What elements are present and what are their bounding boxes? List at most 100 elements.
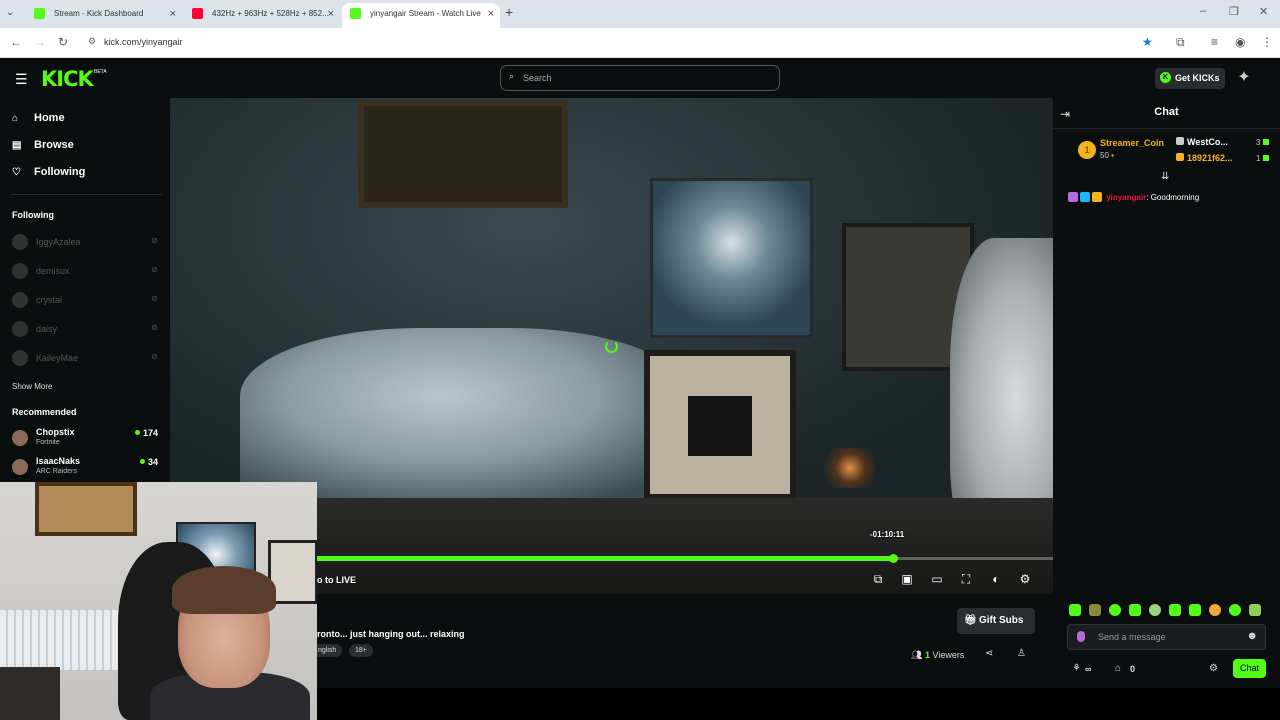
gifter-entry[interactable]: 18921f62... bbox=[1176, 153, 1233, 163]
emoji-picker-icon[interactable]: ☻ bbox=[1246, 630, 1258, 642]
browser-tab-youtube[interactable]: 432Hz + 963Hz + 528Hz + 852... × bbox=[184, 3, 340, 28]
emote-icon[interactable] bbox=[1169, 604, 1181, 616]
following-item[interactable]: crystal ⊘ bbox=[12, 290, 162, 310]
show-more-link[interactable]: Show More bbox=[12, 382, 52, 391]
follow-user-icon[interactable]: ♙ bbox=[1017, 648, 1026, 659]
verified-badge-icon bbox=[1080, 192, 1090, 202]
clip-icon[interactable]: ▣ bbox=[899, 572, 915, 586]
gift-subs-label: Gift Subs bbox=[979, 615, 1024, 626]
back-icon[interactable]: ← bbox=[10, 35, 22, 49]
following-item[interactable]: demisux ⊘ bbox=[12, 261, 162, 281]
new-tab-icon[interactable]: + bbox=[505, 4, 513, 20]
search-input[interactable] bbox=[523, 70, 763, 86]
emote-icon[interactable] bbox=[1089, 604, 1101, 616]
video-frame-detail bbox=[644, 350, 796, 500]
kicks-coin-icon: K bbox=[1160, 72, 1171, 83]
broadcaster-badge-icon bbox=[1068, 192, 1078, 202]
user-avatar[interactable]: ✦ bbox=[1234, 67, 1254, 87]
address-bar: ← → ↻ ⚙ kick.com/yinyangair ★ ⧉ ≡ ◉ ⋮ bbox=[0, 28, 1280, 58]
avatar bbox=[12, 430, 28, 446]
avatar bbox=[12, 321, 28, 337]
window-close-icon[interactable]: ✕ bbox=[1259, 5, 1268, 18]
settings-icon[interactable]: ⚙ bbox=[1017, 572, 1033, 586]
offline-icon: ⊘ bbox=[151, 294, 158, 303]
chat-username[interactable]: yinyangair bbox=[1106, 193, 1146, 202]
nav-browse[interactable]: ▤ Browse bbox=[12, 139, 74, 151]
offline-icon: ⊘ bbox=[151, 236, 158, 245]
recommended-item[interactable]: Chopstix Fortnite 174 bbox=[12, 426, 162, 452]
close-tab-icon[interactable]: × bbox=[170, 3, 176, 25]
browser-tab-active[interactable]: yinyangair Stream - Watch Live × bbox=[342, 3, 500, 28]
following-item[interactable]: daisy ⊘ bbox=[12, 319, 162, 339]
bookmark-star-icon[interactable]: ★ bbox=[1142, 35, 1153, 49]
url-field[interactable]: kick.com/yinyangair bbox=[104, 37, 183, 47]
fullscreen-icon[interactable]: ⛶ bbox=[958, 572, 974, 587]
tab-title: 432Hz + 963Hz + 528Hz + 852... bbox=[212, 9, 329, 18]
media-controls-icon[interactable]: ≡ bbox=[1211, 35, 1218, 49]
menu-icon[interactable]: ☰ bbox=[15, 71, 28, 88]
nav-home[interactable]: ⌂ Home bbox=[12, 112, 65, 124]
home-icon: ⌂ bbox=[12, 113, 19, 124]
chat-message-input[interactable] bbox=[1098, 630, 1238, 644]
miniplayer-icon[interactable]: ⧉ bbox=[870, 572, 886, 587]
emote-icon[interactable] bbox=[1129, 604, 1141, 616]
recommended-item[interactable]: IsaacNaks ARC Raiders 34 bbox=[12, 455, 162, 481]
chat-settings-icon[interactable]: ⚙ bbox=[1209, 663, 1218, 674]
close-tab-icon[interactable]: × bbox=[488, 3, 494, 25]
maximize-icon[interactable]: ❐ bbox=[1229, 5, 1239, 18]
viewers-icon: 👥︎ bbox=[911, 650, 923, 660]
coin-icon: ▪ bbox=[1111, 151, 1114, 160]
gift-count: 1 bbox=[1256, 154, 1270, 163]
store-count: 0 bbox=[1130, 664, 1136, 674]
search-box[interactable]: ⌕ bbox=[500, 65, 780, 91]
share-icon[interactable]: ⋖ bbox=[985, 648, 993, 659]
nav-following[interactable]: ♡ Following bbox=[12, 166, 85, 178]
points-icon[interactable]: ⚘ bbox=[1072, 663, 1081, 674]
seek-handle[interactable] bbox=[888, 554, 898, 563]
tab-title: Stream - Kick Dashboard bbox=[54, 9, 144, 18]
send-chat-button[interactable]: Chat bbox=[1233, 659, 1266, 678]
emote-icon[interactable] bbox=[1109, 604, 1121, 616]
following-item[interactable]: IggyAzalea ⊘ bbox=[12, 232, 162, 252]
minimize-icon[interactable]: – bbox=[1200, 5, 1206, 17]
kick-logo[interactable]: KICK bbox=[41, 67, 94, 91]
video-frame-detail bbox=[820, 448, 880, 488]
close-tab-icon[interactable]: × bbox=[328, 3, 334, 25]
profile-icon[interactable]: ◉ bbox=[1235, 35, 1245, 49]
browser-menu-icon[interactable]: ⋮ bbox=[1261, 35, 1273, 49]
theater-mode-icon[interactable]: ▭ bbox=[929, 572, 945, 586]
tab-list-icon[interactable]: ⌄ bbox=[6, 7, 14, 18]
chat-input-box[interactable]: ☻ bbox=[1067, 624, 1266, 650]
emote-icon[interactable] bbox=[1209, 604, 1221, 616]
leaderboard-name[interactable]: Streamer_Coin bbox=[1100, 138, 1164, 148]
mature-tag[interactable]: 18+ bbox=[349, 644, 373, 657]
browser-tab-dashboard[interactable]: Stream - Kick Dashboard × bbox=[26, 3, 182, 28]
emote-icon[interactable] bbox=[1229, 604, 1241, 616]
kick-favicon-icon bbox=[350, 8, 361, 19]
reload-icon[interactable]: ↻ bbox=[58, 35, 68, 49]
expand-leaderboard-icon[interactable]: ⇊ bbox=[1161, 171, 1169, 182]
go-to-live-button[interactable]: o to LIVE bbox=[317, 575, 356, 585]
forward-icon[interactable]: → bbox=[34, 35, 46, 49]
emote-icon[interactable] bbox=[1069, 604, 1081, 616]
gifter-entry[interactable]: WestCo... bbox=[1176, 137, 1228, 147]
gift-icon bbox=[1263, 139, 1270, 145]
following-item[interactable]: KaileyMae ⊘ bbox=[12, 348, 162, 368]
live-dot-icon bbox=[139, 459, 145, 464]
playback-speed-icon[interactable]: ◐ bbox=[988, 572, 1004, 586]
channel-name: Chopstix bbox=[36, 427, 75, 437]
seek-progress bbox=[317, 556, 893, 561]
gift-subs-button[interactable]: 🎁︎ Gift Subs bbox=[957, 608, 1035, 634]
channel-category: Fortnite bbox=[36, 439, 60, 446]
stream-title: ronto... just hanging out... relaxing bbox=[317, 629, 465, 639]
browse-icon: ▤ bbox=[12, 140, 22, 151]
site-info-icon[interactable]: ⚙ bbox=[88, 36, 96, 47]
extensions-icon[interactable]: ⧉ bbox=[1176, 35, 1185, 50]
emote-icon[interactable] bbox=[1249, 604, 1261, 616]
seek-bar[interactable] bbox=[317, 554, 1053, 563]
store-icon[interactable]: ⌂ bbox=[1115, 663, 1121, 674]
emote-icon[interactable] bbox=[1189, 604, 1201, 616]
emote-icon[interactable] bbox=[1149, 604, 1161, 616]
get-kicks-button[interactable]: K Get KICKs bbox=[1155, 68, 1225, 89]
avatar bbox=[12, 263, 28, 279]
